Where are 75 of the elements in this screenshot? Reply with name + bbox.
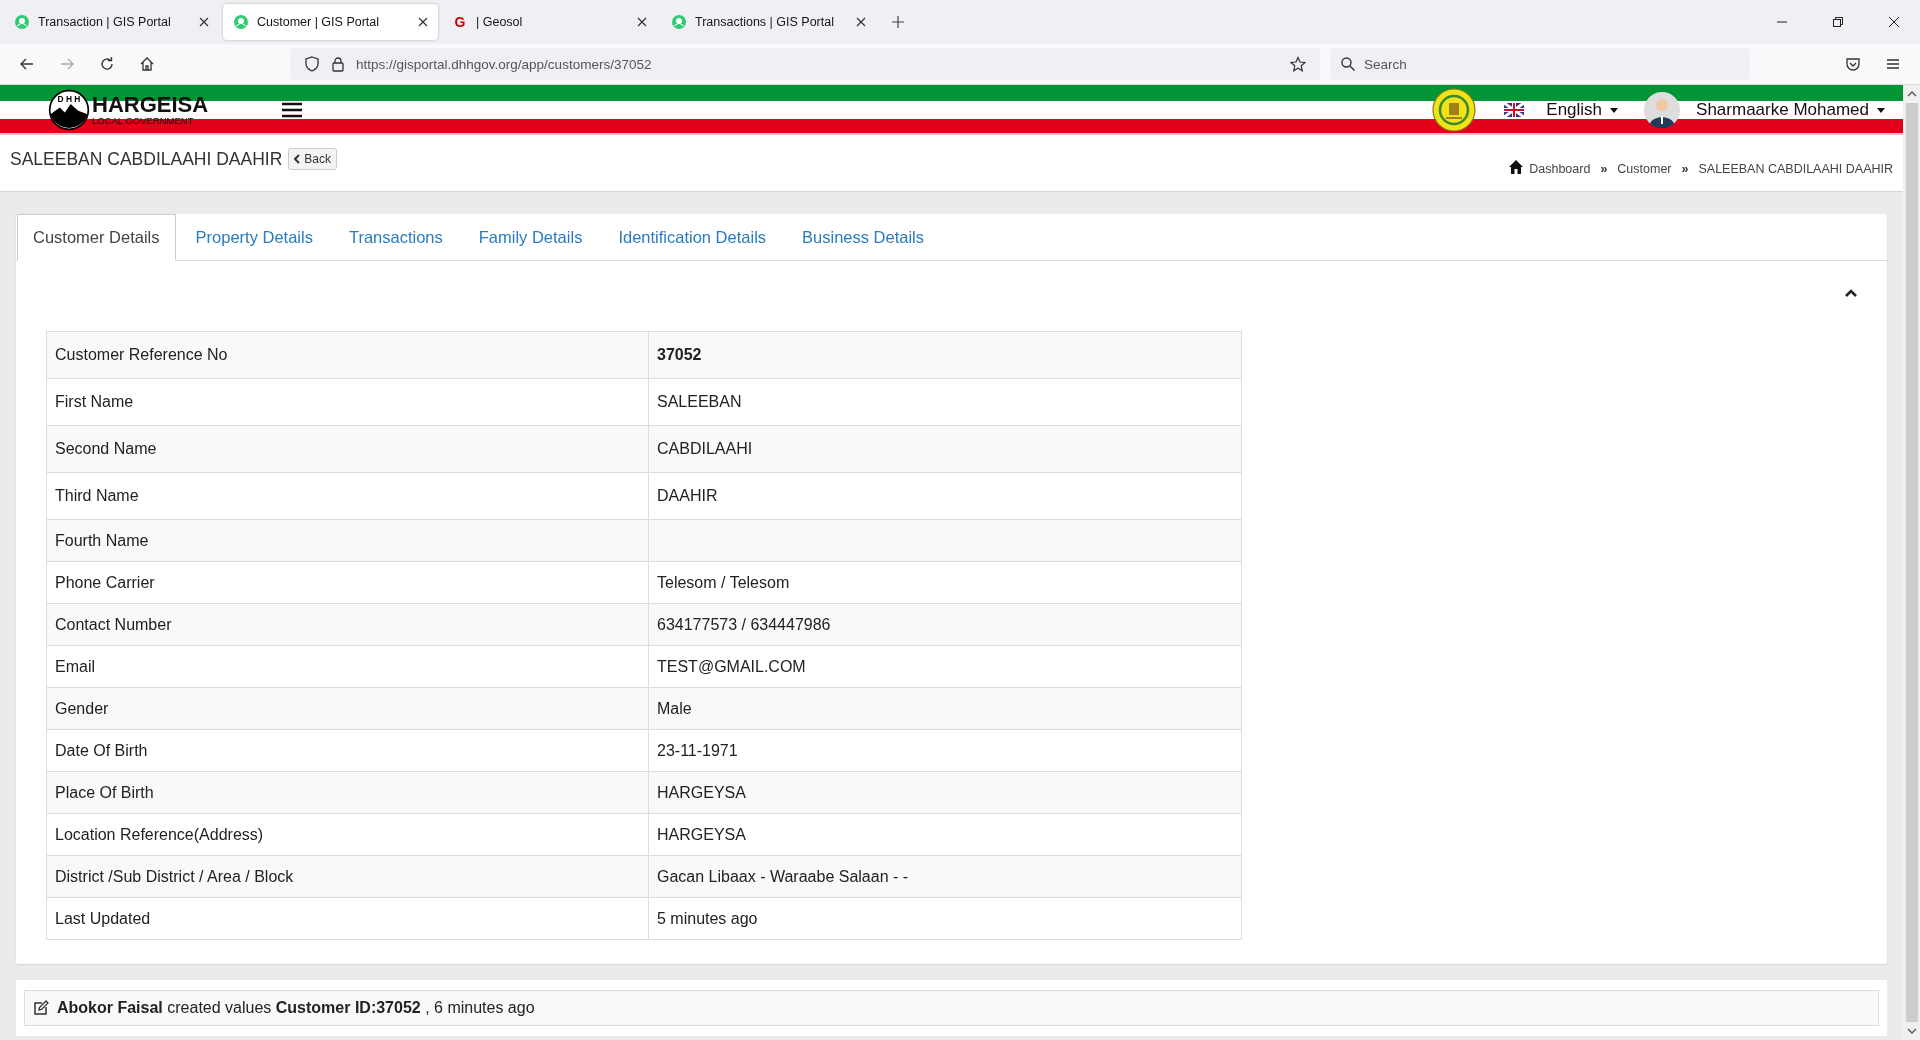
caret-icon <box>1610 107 1619 113</box>
tab-favicon: G <box>453 14 467 30</box>
lock-icon <box>330 56 346 72</box>
page-title: SALEEBAN CABDILAAHI DAAHIR <box>10 148 283 170</box>
field-value: SALEEBAN <box>648 378 1242 426</box>
browser-tab[interactable]: Transaction | GIS Portal <box>4 4 219 40</box>
scroll-up-icon[interactable] <box>1906 91 1917 97</box>
field-label: Phone Carrier <box>46 561 649 604</box>
back-button[interactable]: Back <box>288 148 337 170</box>
field-label: First Name <box>46 378 649 426</box>
activity-text: Abokor Faisal created values Customer ID:37052 , 6 minutes ago <box>57 999 535 1017</box>
breadcrumb-current: SALEEBAN CABDILAAHI DAAHIR <box>1698 162 1893 176</box>
field-label: Location Reference(Address) <box>46 813 649 856</box>
caret-icon <box>1877 107 1885 113</box>
field-value: 634177573 / 634447986 <box>648 603 1242 646</box>
field-label: Third Name <box>46 472 649 520</box>
tab[interactable]: Identification Details <box>602 214 783 261</box>
browser-tab[interactable]: Transactions | GIS Portal <box>661 4 876 40</box>
field-value: 37052 <box>648 331 1242 379</box>
breadcrumb-separator: » <box>1599 162 1609 176</box>
tab[interactable]: Business Details <box>786 214 941 261</box>
field-value: Gacan Libaax - Waraabe Salaan - - <box>648 855 1242 898</box>
field-label: Email <box>46 645 649 688</box>
chevron-left-icon <box>294 154 301 164</box>
field-label: Place Of Birth <box>46 771 649 814</box>
field-value: TEST@GMAIL.COM <box>648 645 1242 688</box>
browser-tab[interactable]: Customer | GIS Portal <box>223 4 438 40</box>
browser-tab[interactable]: G | Geosol <box>442 4 657 40</box>
close-icon[interactable] <box>856 17 866 27</box>
field-value: 23-11-1971 <box>648 729 1242 772</box>
search-icon <box>1340 56 1356 72</box>
breadcrumb-separator: » <box>1680 162 1690 176</box>
language-dropdown[interactable]: English <box>1540 100 1629 120</box>
close-icon[interactable] <box>637 17 647 27</box>
scrollbar[interactable] <box>1903 85 1920 1040</box>
field-label: Contact Number <box>46 603 649 646</box>
field-label: Date Of Birth <box>46 729 649 772</box>
user-dropdown[interactable]: Sharmaarke Mohamed <box>1690 100 1895 120</box>
field-value: CABDILAAHI <box>648 425 1242 473</box>
field-value: 5 minutes ago <box>648 897 1242 940</box>
scroll-down-icon[interactable] <box>1906 1028 1917 1034</box>
flag-icon <box>1504 103 1525 117</box>
field-value: HARGEYSA <box>648 771 1242 814</box>
field-value: Male <box>648 687 1242 730</box>
edit-icon <box>33 1000 49 1016</box>
field-value: DAAHIR <box>648 472 1242 520</box>
tab[interactable]: Property Details <box>179 214 329 261</box>
tab[interactable]: Customer Details <box>17 214 176 261</box>
menu-icon[interactable] <box>282 102 303 118</box>
breadcrumb-link[interactable]: Customer <box>1617 162 1672 176</box>
address-bar[interactable]: https://gisportal.dhhgov.org/app/customers/37052 <box>290 48 1320 80</box>
field-value: Telesom / Telesom <box>648 561 1242 604</box>
close-icon[interactable] <box>1888 16 1900 28</box>
avatar-icon <box>1644 92 1681 128</box>
tab[interactable]: Family Details <box>462 214 599 261</box>
logo-icon: D H H <box>48 89 90 131</box>
field-label: Fourth Name <box>46 519 649 562</box>
home-icon <box>1509 160 1524 174</box>
field-value: HARGEYSA <box>648 813 1242 856</box>
breadcrumb-link[interactable]: Dashboard <box>1529 162 1591 176</box>
close-icon[interactable] <box>199 17 209 27</box>
restore-icon[interactable] <box>1832 16 1844 28</box>
new-tab-icon[interactable] <box>892 16 904 28</box>
star-icon[interactable] <box>1290 56 1306 72</box>
shield-icon <box>304 56 320 72</box>
close-icon[interactable] <box>418 17 428 27</box>
collapse-icon[interactable] <box>1845 289 1857 297</box>
field-label: Gender <box>46 687 649 730</box>
field-label: Second Name <box>46 425 649 473</box>
field-label: Last Updated <box>46 897 649 940</box>
field-label: Customer Reference No <box>46 331 649 379</box>
tab[interactable]: Transactions <box>332 214 459 261</box>
emblem-icon <box>1432 88 1477 132</box>
search-field[interactable]: Search <box>1330 48 1750 80</box>
field-label: District /Sub District / Area / Block <box>46 855 649 898</box>
